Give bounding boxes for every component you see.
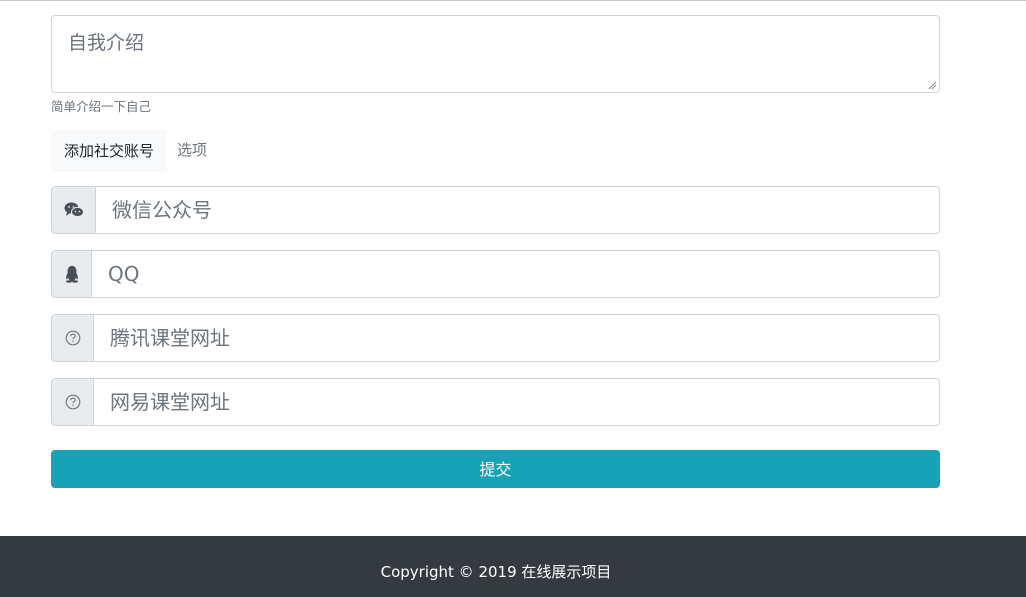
qq-addon <box>51 250 91 298</box>
tencent-classroom-url-input[interactable] <box>93 314 940 362</box>
qq-input-group <box>51 250 940 298</box>
netease-classroom-addon <box>51 378 93 426</box>
wechat-addon <box>51 186 95 234</box>
tencent-classroom-addon <box>51 314 93 362</box>
add-social-account-label: 添加社交账号 <box>51 130 168 172</box>
netease-classroom-input-group <box>51 378 940 426</box>
bio-help-text: 简单介绍一下自己 <box>51 99 152 114</box>
question-circle-icon <box>65 330 80 346</box>
wechat-input-group <box>51 186 940 234</box>
wechat-account-input[interactable] <box>95 186 940 234</box>
tencent-classroom-input-group <box>51 314 940 362</box>
bio-textarea[interactable] <box>51 15 940 93</box>
submit-button[interactable]: 提交 <box>51 450 940 488</box>
footer-copyright: Copyright © 2019 在线展示项目 <box>380 563 612 581</box>
top-divider <box>0 0 1026 1</box>
netease-classroom-url-input[interactable] <box>93 378 940 426</box>
social-optional-hint: 选项 <box>177 141 208 159</box>
qq-account-input[interactable] <box>91 250 940 298</box>
resize-grip-icon[interactable] <box>927 80 937 90</box>
question-circle-icon <box>65 394 80 410</box>
qq-penguin-icon <box>65 265 78 283</box>
footer: Copyright © 2019 在线展示项目 <box>0 536 1026 597</box>
wechat-icon <box>64 202 84 218</box>
